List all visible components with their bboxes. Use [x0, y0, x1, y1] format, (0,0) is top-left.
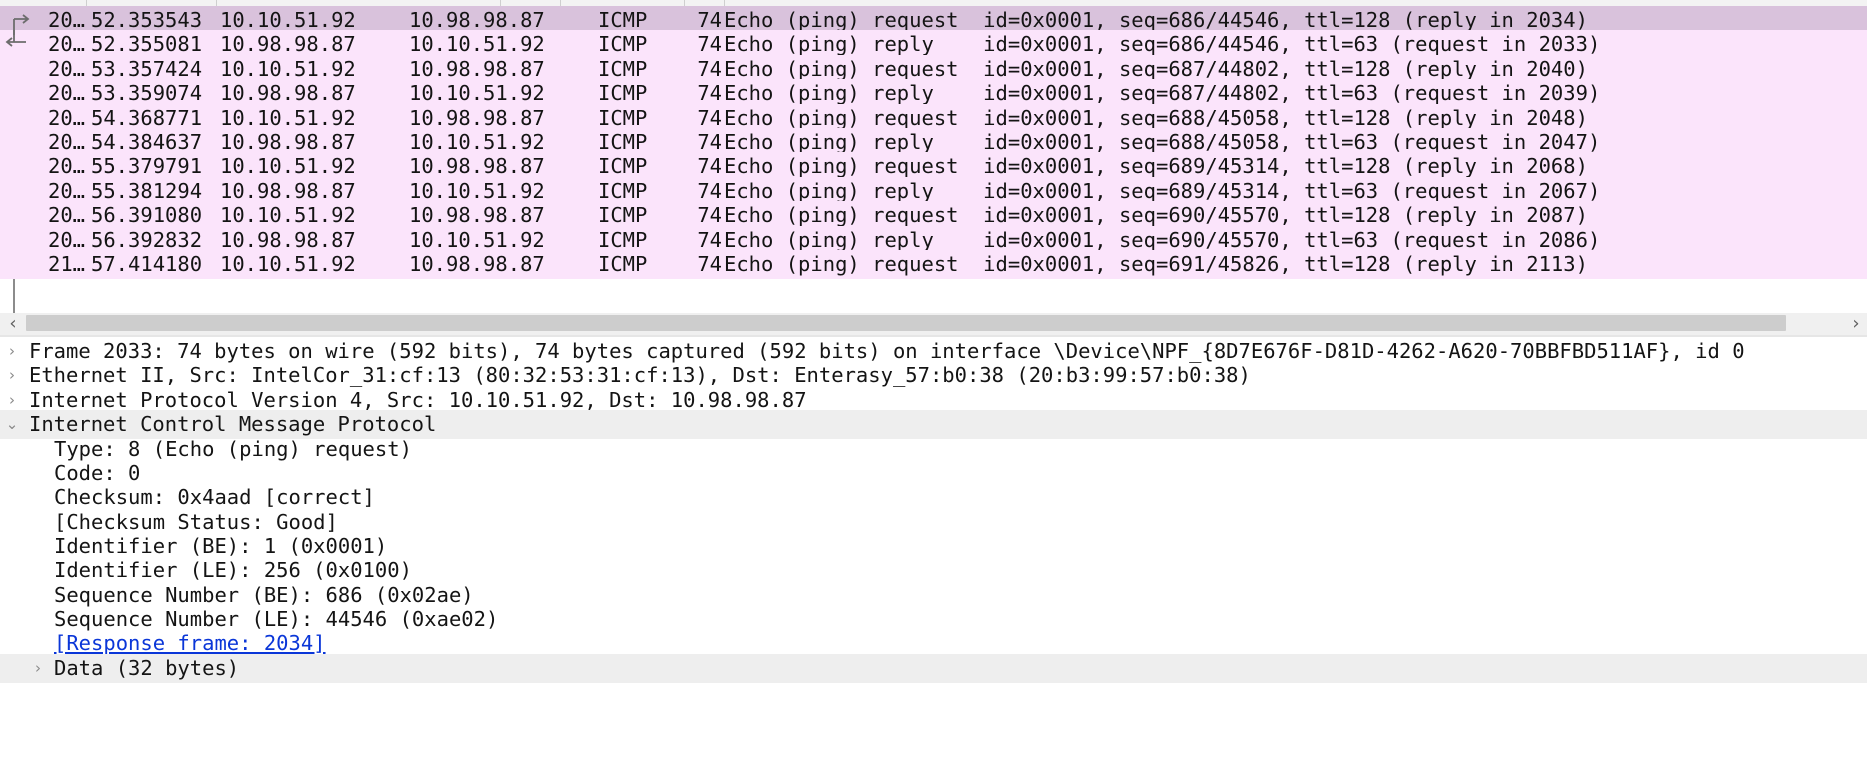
packet-cell-time: 57.414180	[91, 252, 203, 276]
horizontal-scrollbar[interactable]: ‹ ›	[0, 313, 1867, 335]
packet-cell-dst: 10.98.98.87	[409, 252, 545, 276]
packet-cell-len: 74	[697, 252, 722, 276]
packet-cell-src: 10.10.51.92	[220, 252, 356, 276]
packet-list[interactable]: 20… 52.353543 10.10.51.92 10.98.98.87 ICMP 74…	[0, 0, 1867, 315]
scroll-left-arrow-icon[interactable]: ‹	[2, 313, 24, 335]
packet-row[interactable]: 21… 57.414180 10.10.51.92 10.98.98.87 ICMP 74…	[0, 250, 1867, 279]
packet-details-tree[interactable]: › Frame 2033: 74 bytes on wire (592 bits…	[0, 337, 1867, 753]
tree-item-data[interactable]: › Data (32 bytes)	[0, 654, 1867, 683]
chevron-right-icon[interactable]: ›	[30, 654, 46, 683]
reply-arrow-icon	[5, 30, 26, 48]
scrollbar-thumb[interactable]	[26, 315, 1786, 331]
packet-cell-proto: ICMP	[598, 252, 648, 276]
packet-cell-info: Echo (ping) request id=0x0001, seq=691/4…	[724, 252, 1588, 276]
tree-item-label: Data (32 bytes)	[54, 656, 240, 680]
packet-cell-no: 21…	[48, 252, 86, 276]
scroll-right-arrow-icon[interactable]: ›	[1845, 313, 1867, 335]
